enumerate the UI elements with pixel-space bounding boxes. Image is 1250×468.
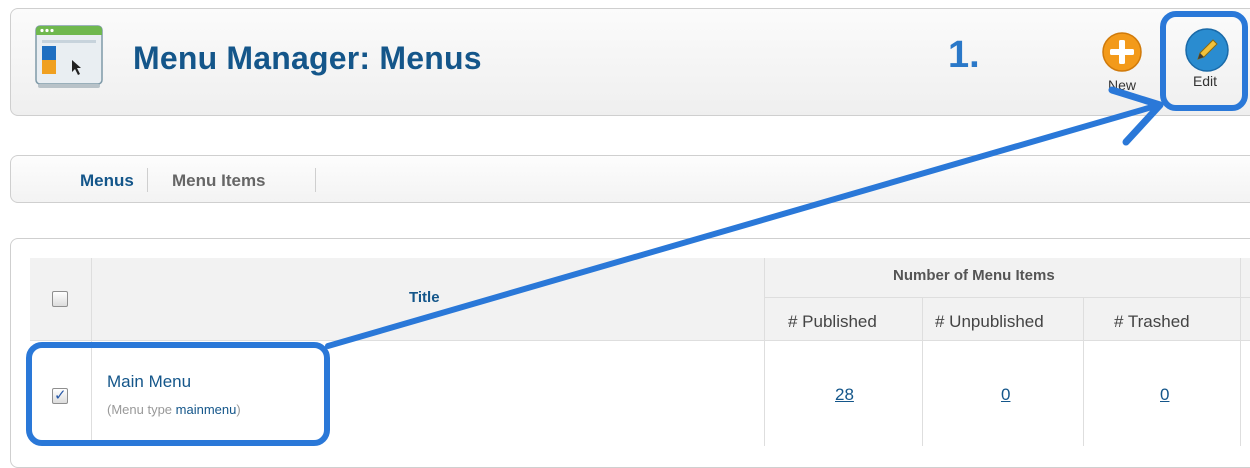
page-title: Menu Manager: Menus bbox=[133, 40, 482, 76]
tab-menu-items[interactable]: Menu Items bbox=[172, 171, 266, 191]
column-divider bbox=[764, 258, 765, 446]
column-divider bbox=[922, 298, 923, 446]
select-all-checkbox[interactable] bbox=[52, 291, 68, 307]
title-column-header[interactable]: Title bbox=[409, 289, 440, 306]
trashed-count-link[interactable]: 0 bbox=[1160, 385, 1169, 405]
row-highlight-box bbox=[26, 342, 330, 446]
new-button-label: New bbox=[1107, 77, 1136, 93]
column-divider bbox=[1083, 298, 1084, 446]
published-count-link[interactable]: 28 bbox=[835, 385, 854, 405]
column-divider bbox=[1240, 258, 1241, 446]
tab-menus[interactable]: Menus bbox=[80, 171, 134, 191]
new-button[interactable]: New bbox=[1094, 30, 1150, 93]
trashed-column-header: # Trashed bbox=[1114, 312, 1190, 331]
row-divider bbox=[30, 340, 1250, 341]
unpublished-count-link[interactable]: 0 bbox=[1001, 385, 1010, 405]
tab-separator bbox=[147, 168, 148, 192]
step-number-annotation: 1. bbox=[948, 34, 980, 76]
published-column-header: # Published bbox=[788, 312, 877, 331]
unpublished-column-header: # Unpublished bbox=[935, 312, 1044, 331]
table-header-row bbox=[30, 258, 1250, 340]
header-divider bbox=[764, 297, 1250, 298]
plus-circle-icon bbox=[1100, 30, 1144, 74]
tab-separator bbox=[315, 168, 316, 192]
submenu-bar: Menus Menu Items bbox=[10, 155, 1250, 203]
menu-manager-icon bbox=[34, 24, 104, 90]
edit-highlight-box bbox=[1160, 11, 1248, 111]
number-of-menu-items-header: Number of Menu Items bbox=[893, 267, 1055, 284]
